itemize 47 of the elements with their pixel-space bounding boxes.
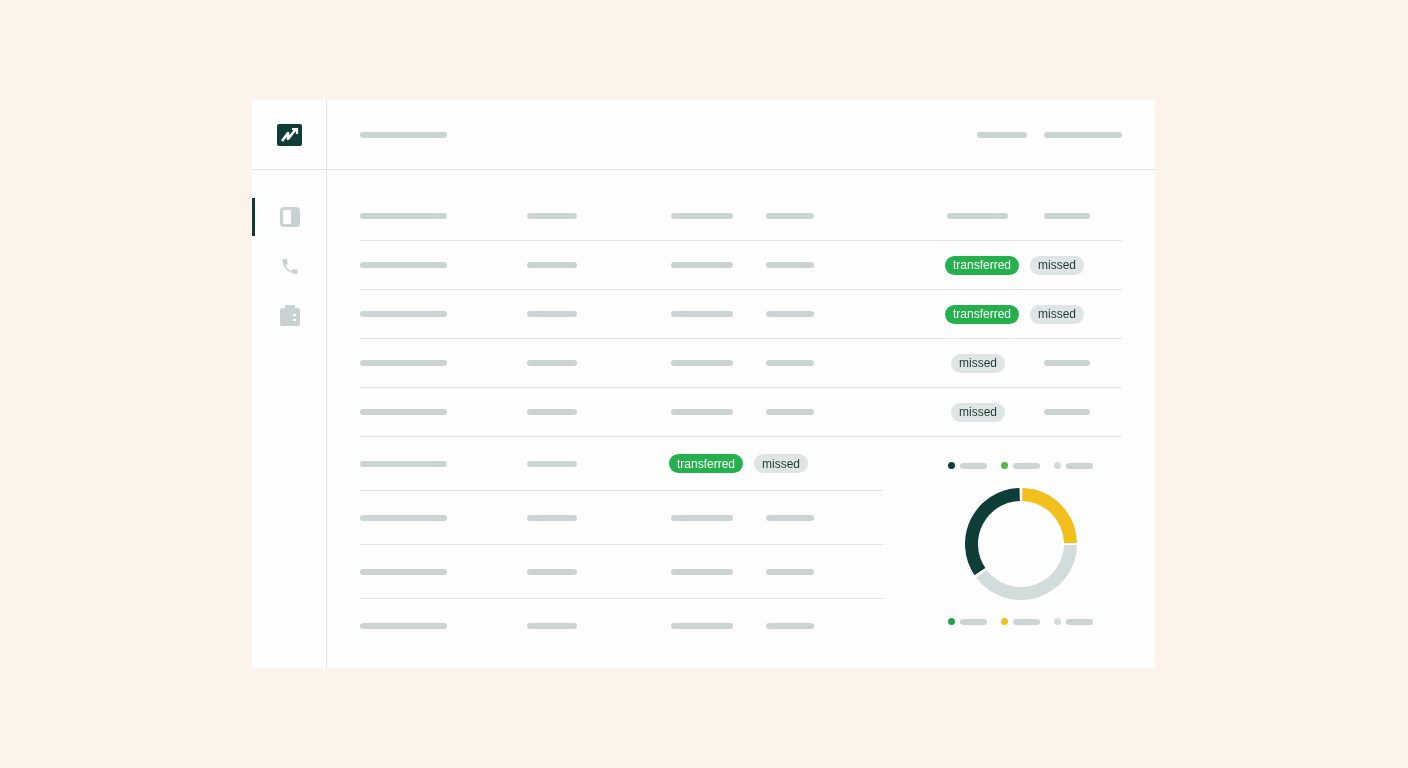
panel-icon — [280, 207, 300, 227]
status-badge: missed — [951, 402, 1005, 422]
skeleton-text-line — [671, 360, 733, 366]
skeleton-text-line — [527, 568, 577, 575]
skeleton-text-line — [527, 623, 577, 629]
status-badge: missed — [951, 353, 1005, 373]
status-badge: missed — [754, 454, 809, 473]
skeleton-text-line — [527, 262, 577, 268]
legend-label-line — [1013, 462, 1040, 469]
legend-label-line — [1066, 618, 1093, 625]
skeleton-text-line — [671, 213, 733, 219]
status-badge: transferred — [945, 304, 1020, 324]
skeleton-text-line — [671, 623, 733, 629]
skeleton-text-line — [766, 360, 814, 366]
skeleton-text-line — [977, 131, 1027, 138]
legend-label-line — [960, 462, 987, 469]
skeleton-text-line — [671, 568, 733, 575]
skeleton-text-line — [671, 262, 733, 268]
skeleton-text-line — [527, 311, 577, 317]
skeleton-text-line — [527, 514, 577, 521]
status-badge: missed — [1030, 304, 1085, 324]
status-badge: transferred — [669, 454, 744, 473]
skeleton-text-line — [1044, 360, 1090, 366]
skeleton-text-line — [527, 460, 577, 467]
skeleton-text-line — [527, 213, 577, 219]
skeleton-text-line — [1044, 213, 1090, 219]
legend-label-line — [960, 618, 987, 625]
skeleton-text-line — [766, 213, 814, 219]
skeleton-text-line — [1044, 409, 1090, 415]
skeleton-text-line — [527, 409, 577, 415]
skeleton-text-line — [527, 360, 577, 366]
skeleton-text-line — [671, 311, 733, 317]
legend-label-line — [1013, 618, 1040, 625]
skeleton-text-line — [947, 213, 1008, 219]
status-badge: missed — [1030, 255, 1085, 275]
skeleton-text-line — [766, 514, 814, 521]
status-badge: transferred — [945, 255, 1020, 275]
skeleton-text-line — [766, 568, 814, 575]
skeleton-text-line — [671, 514, 733, 521]
skeleton-text-line — [766, 262, 814, 268]
skeleton-text-line — [766, 311, 814, 317]
legend-label-line — [1066, 462, 1093, 469]
skeleton-text-line — [766, 409, 814, 415]
logo-icon — [277, 123, 302, 146]
wallet-icon — [280, 304, 300, 326]
skeleton-text-line — [766, 623, 814, 629]
skeleton-text-line — [671, 409, 733, 415]
